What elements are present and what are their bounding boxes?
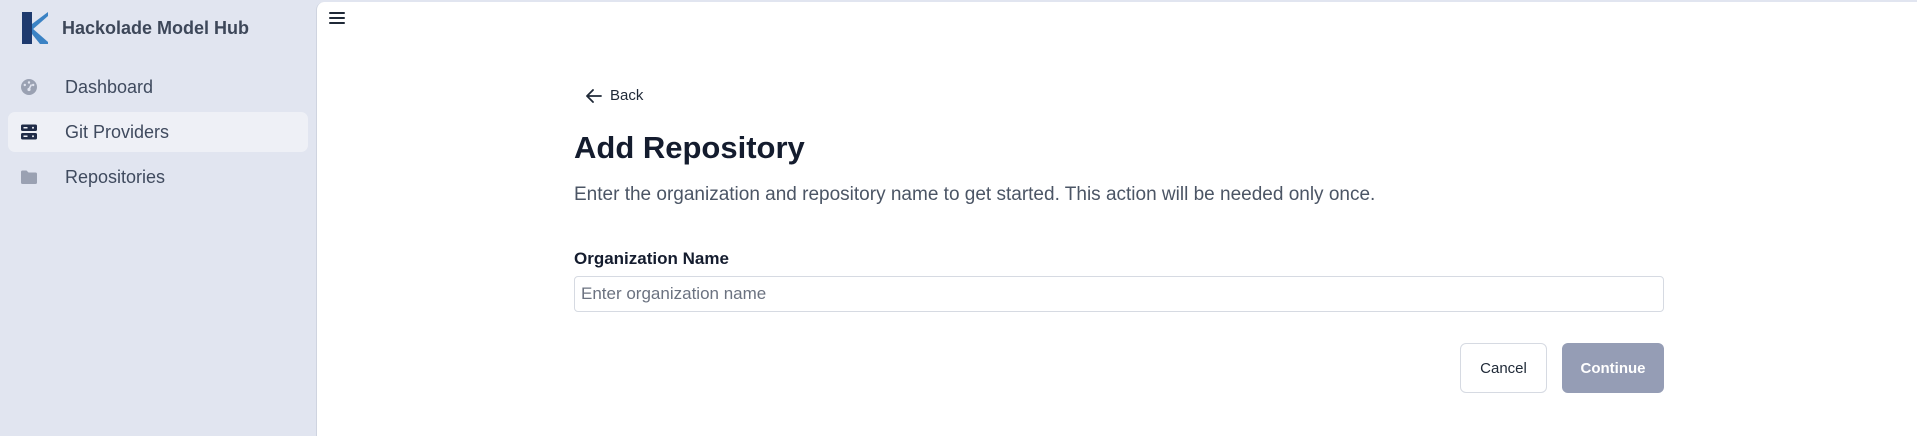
app-name: Hackolade Model Hub — [62, 17, 250, 38]
sidebar: Hackolade Model Hub Dashboard Git Provid… — [0, 0, 316, 436]
hackolade-logo-icon — [22, 12, 48, 44]
server-icon — [19, 122, 39, 142]
organization-name-label: Organization Name — [574, 249, 729, 268]
hamburger-menu-icon[interactable] — [329, 12, 345, 28]
folder-icon — [19, 167, 39, 187]
arrow-left-icon — [586, 88, 602, 103]
dashboard-icon — [19, 77, 39, 97]
sidebar-item-repositories[interactable]: Repositories — [8, 157, 308, 197]
brand: Hackolade Model Hub — [22, 10, 249, 46]
back-button[interactable]: Back — [586, 87, 643, 104]
continue-button[interactable]: Continue — [1562, 343, 1664, 393]
sidebar-item-git-providers[interactable]: Git Providers — [8, 112, 308, 152]
sidebar-item-label: Repositories — [65, 166, 166, 187]
cancel-button[interactable]: Cancel — [1460, 343, 1547, 393]
sidebar-item-label: Git Providers — [65, 121, 170, 142]
app-window: Hackolade Model Hub Dashboard Git Provid… — [0, 0, 1917, 436]
page-title: Add Repository — [574, 130, 805, 165]
main-panel: Back Add Repository Enter the organizati… — [316, 2, 1917, 436]
sidebar-item-dashboard[interactable]: Dashboard — [8, 67, 308, 107]
page-subtitle: Enter the organization and repository na… — [574, 184, 1376, 205]
organization-name-input[interactable] — [574, 276, 1664, 312]
sidebar-item-label: Dashboard — [65, 76, 154, 97]
sidebar-nav: Dashboard Git Providers Repositories — [8, 67, 308, 202]
back-label: Back — [610, 87, 644, 104]
